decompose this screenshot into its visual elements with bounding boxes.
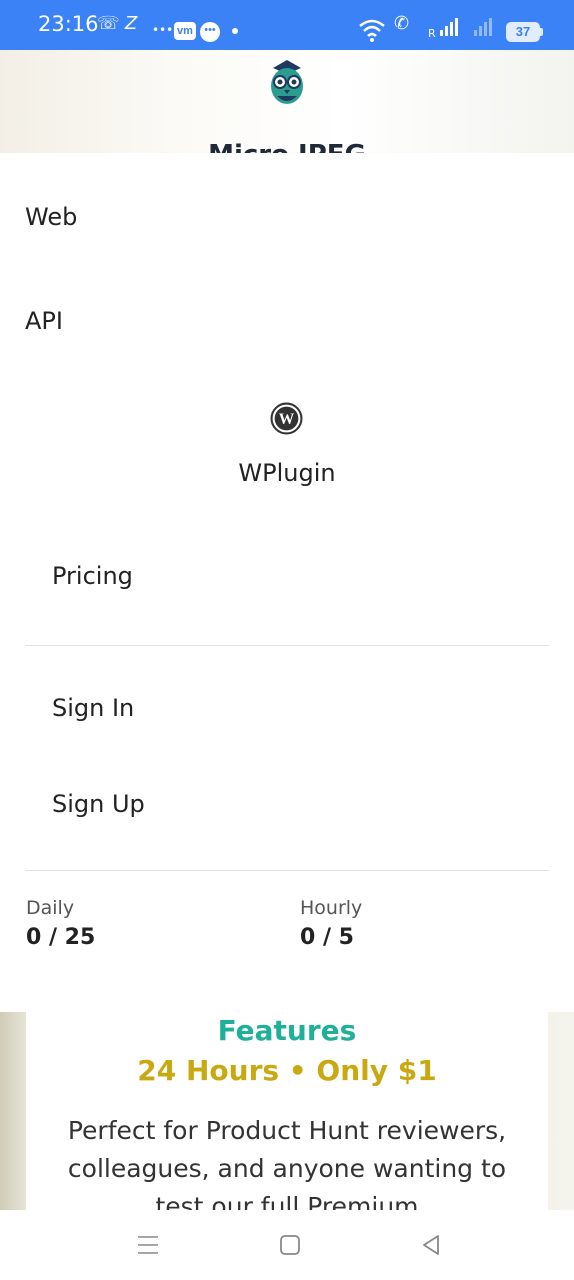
status-time: 23:16 [38, 12, 99, 36]
menu-divider [25, 870, 549, 871]
sign-in-link[interactable]: Sign In [52, 694, 134, 722]
wifi-calling-icon: ✆ [394, 13, 410, 34]
vm-app-icon: vm [174, 22, 196, 40]
menu-item-pricing[interactable]: Pricing [52, 562, 133, 590]
home-square-icon[interactable] [275, 1230, 305, 1260]
signal-strength-icon [440, 16, 458, 36]
z-app-icon: Z [125, 13, 138, 34]
notification-dot-icon [232, 28, 238, 34]
daily-usage-value: 0 / 25 [26, 925, 96, 950]
owl-logo-icon[interactable] [267, 58, 307, 108]
missed-call-icon: ☏ [97, 13, 120, 34]
menu-divider [25, 645, 549, 646]
chat-bubble-icon: ••• [200, 22, 220, 42]
signal-strength-2-icon [474, 16, 492, 36]
system-nav-bar [0, 1210, 574, 1280]
wordpress-icon[interactable]: W [270, 402, 303, 435]
menu-item-web[interactable]: Web [25, 203, 77, 231]
hourly-usage-value: 0 / 5 [300, 925, 354, 950]
svg-text:W: W [279, 411, 295, 428]
features-title: Features [217, 1014, 357, 1047]
site-header: Micro JPEG [0, 50, 574, 153]
status-bar: 23:16 ☏ Z ••• vm ••• ✆ R 37 [0, 0, 574, 50]
features-section: Features 24 Hours • Only $1 Perfect for … [0, 1012, 574, 1210]
features-description: Perfect for Product Hunt reviewers, coll… [67, 1116, 507, 1210]
battery-icon: 37 [506, 22, 543, 42]
features-card: Features 24 Hours • Only $1 Perfect for … [26, 1012, 548, 1210]
more-notifications-icon: ••• [152, 23, 174, 37]
menu-item-wplugin[interactable]: WPlugin [0, 459, 574, 487]
menu-lines-icon[interactable] [133, 1230, 163, 1260]
sign-up-link[interactable]: Sign Up [52, 790, 145, 818]
features-subtitle: 24 Hours • Only $1 [137, 1054, 437, 1087]
wifi-icon [359, 19, 385, 42]
menu-item-api[interactable]: API [25, 307, 63, 335]
hourly-usage-label: Hourly [300, 897, 363, 919]
back-triangle-icon[interactable] [416, 1230, 446, 1260]
site-title: Micro JPEG [0, 140, 574, 153]
roaming-r-icon: R [428, 27, 436, 40]
daily-usage-label: Daily [26, 897, 75, 919]
mobile-menu-panel: Web API W WPlugin Pricing Sign In Sign U… [0, 153, 574, 1012]
